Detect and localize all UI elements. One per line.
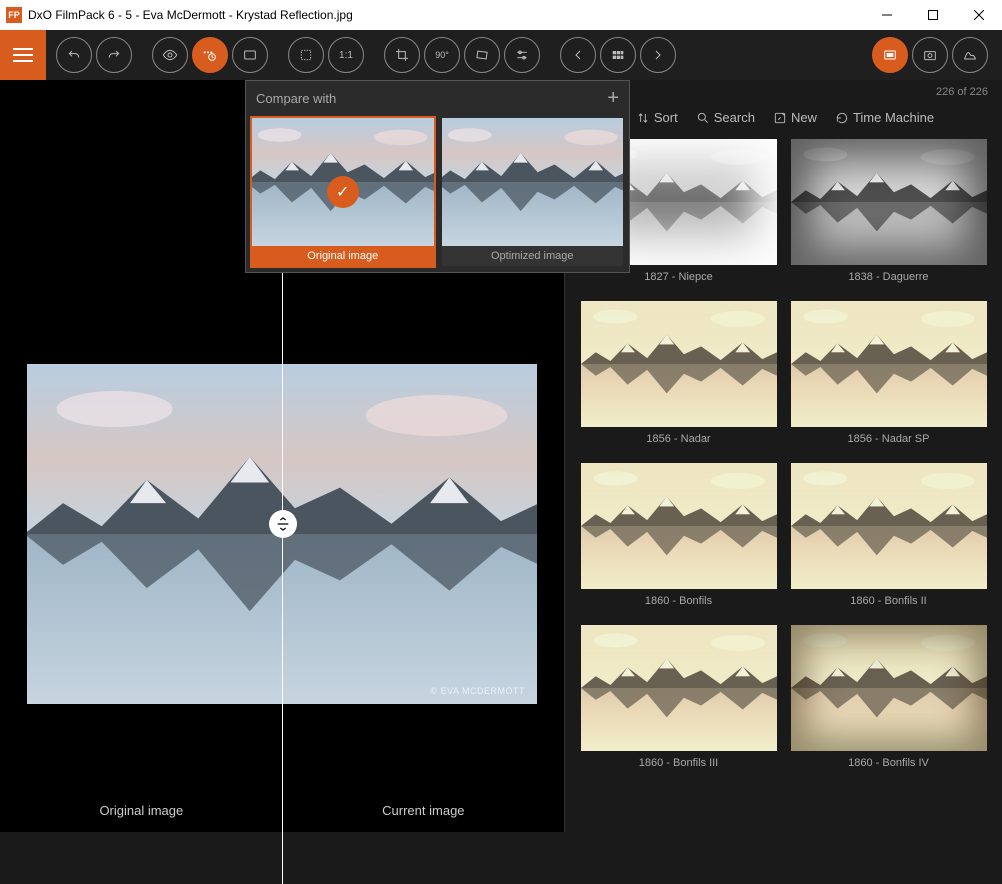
preset-caption: 1860 - Bonfils [581,589,777,607]
fit-button[interactable] [288,37,324,73]
undo-button[interactable] [56,37,92,73]
split-knob-icon[interactable] [269,510,297,538]
preset-item[interactable]: 1856 - Nadar SP [791,301,987,445]
preset-item[interactable]: 1838 - Daguerre [791,139,987,283]
preset-counter: 226 of 226 [565,80,1002,104]
watermark: © EVA MCDERMOTT [431,686,525,696]
compare-option-original[interactable]: ✓ Original image [250,116,436,268]
app-icon: FP [6,7,22,23]
histogram-button[interactable] [952,37,988,73]
one-to-one-button[interactable]: 1:1 [328,37,364,73]
compare-header-label: Compare with [256,91,336,106]
grid-button[interactable] [600,37,636,73]
straighten-button[interactable] [464,37,500,73]
preset-caption: 1838 - Daguerre [791,265,987,283]
compare-option-label: Original image [252,246,434,266]
preset-item[interactable]: 1860 - Bonfils III [581,625,777,769]
preset-item[interactable]: 1860 - Bonfils [581,463,777,607]
rotate-button[interactable]: 90° [424,37,460,73]
preset-item[interactable]: 1860 - Bonfils IV [791,625,987,769]
preset-caption: 1856 - Nadar SP [791,427,987,445]
single-view-button[interactable] [232,37,268,73]
preset-item[interactable]: 1860 - Bonfils II [791,463,987,607]
preview-eye-button[interactable] [152,37,188,73]
time-machine-button[interactable]: Time Machine [835,110,934,125]
compare-option-optimized[interactable]: Optimized image [440,116,626,268]
crop-button[interactable] [384,37,420,73]
search-button[interactable]: Search [696,110,755,125]
titlebar: FP DxO FilmPack 6 - 5 - Eva McDermott - … [0,0,1002,30]
back-button[interactable] [560,37,596,73]
toolbar: 1:1 90° [0,30,1002,80]
preset-grid[interactable]: 1827 - Niepce1838 - Daguerre1856 - Nadar… [565,135,1002,832]
sliders-button[interactable] [504,37,540,73]
close-button[interactable] [956,0,1002,30]
preset-caption: 1860 - Bonfils IV [791,751,987,769]
minimize-button[interactable] [864,0,910,30]
menu-button[interactable] [0,30,46,80]
preset-caption: 1860 - Bonfils III [581,751,777,769]
export-button[interactable] [872,37,908,73]
compare-history-button[interactable] [192,37,228,73]
preview-split[interactable]: © EVA MCDERMOTT [27,364,537,704]
forward-button[interactable] [640,37,676,73]
preset-caption: 1856 - Nadar [581,427,777,445]
new-button[interactable]: New [773,110,817,125]
preview-right-label: Current image [382,803,464,818]
compare-add-button[interactable]: + [607,87,619,110]
check-icon: ✓ [327,176,359,208]
compare-panel: Compare with + ✓ Original image Optimize… [245,80,630,273]
viewer: Compare with + ✓ Original image Optimize… [0,80,564,832]
redo-button[interactable] [96,37,132,73]
preset-item[interactable]: 1856 - Nadar [581,301,777,445]
preview-left-label: Original image [99,803,183,818]
preset-caption: 1860 - Bonfils II [791,589,987,607]
sort-button[interactable]: Sort [636,110,678,125]
window-title: DxO FilmPack 6 - 5 - Eva McDermott - Kry… [28,8,864,22]
snapshot-button[interactable] [912,37,948,73]
compare-option-label: Optimized image [442,246,624,266]
maximize-button[interactable] [910,0,956,30]
